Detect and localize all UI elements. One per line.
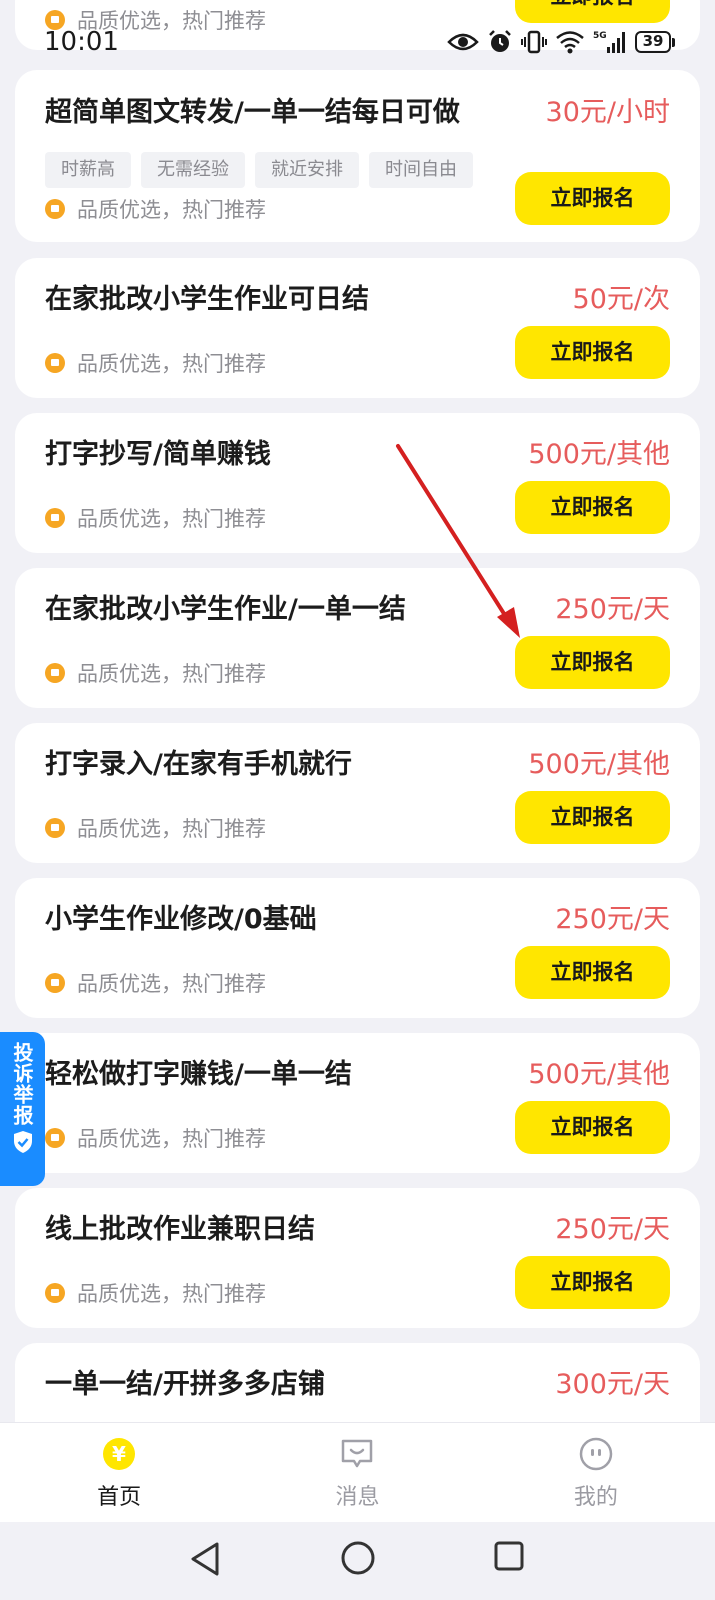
job-card[interactable]: 在家批改小学生作业可日结 50元/次 品质优选，热门推荐 立即报名 (15, 258, 700, 398)
shield-check-icon (13, 1131, 32, 1153)
job-title: 打字录入/在家有手机就行 (45, 749, 352, 780)
wifi-icon (556, 31, 584, 54)
signup-button[interactable]: 立即报名 (515, 326, 670, 379)
recommend-row: 品质优选，热门推荐 (45, 813, 266, 843)
job-title: 在家批改小学生作业可日结 (45, 284, 369, 315)
job-title: 打字抄写/简单赚钱 (45, 439, 271, 470)
tag: 时间自由 (369, 152, 473, 188)
recommend-row: 品质优选，热门推荐 (45, 348, 266, 378)
signup-button[interactable]: 立即报名 (515, 1256, 670, 1309)
signup-button[interactable]: 立即报名 (515, 172, 670, 225)
report-label: 投诉举报 (10, 1042, 34, 1126)
job-price: 250元/天 (555, 1214, 670, 1245)
recents-square-icon[interactable] (493, 1540, 525, 1572)
job-card[interactable]: 打字录入/在家有手机就行 500元/其他 品质优选，热门推荐 立即报名 (15, 723, 700, 863)
signup-button[interactable]: 立即报名 (515, 0, 670, 23)
vibrate-icon (521, 30, 547, 54)
job-price: 500元/其他 (528, 1059, 670, 1090)
home-circle-icon[interactable] (340, 1540, 376, 1576)
report-complaint-tab[interactable]: 投诉举报 (0, 1032, 45, 1186)
job-title: 线上批改作业兼职日结 (45, 1214, 315, 1245)
quality-badge-icon (45, 199, 65, 219)
status-time: 10:01 (44, 27, 119, 57)
system-nav-bar (0, 1522, 715, 1600)
message-icon (342, 1439, 373, 1468)
tab-mine[interactable]: 我的 (477, 1423, 715, 1523)
tag: 就近安排 (255, 152, 359, 188)
quality-badge-icon (45, 508, 65, 528)
job-price: 300元/天 (555, 1369, 670, 1400)
signup-button[interactable]: 立即报名 (515, 636, 670, 689)
battery-level: 39 (635, 31, 671, 53)
job-price: 250元/天 (555, 904, 670, 935)
profile-face-icon (579, 1437, 613, 1471)
recommend-row: 品质优选，热门推荐 (45, 1278, 266, 1308)
job-price: 250元/天 (555, 594, 670, 625)
signup-button[interactable]: 立即报名 (515, 481, 670, 534)
svg-text:5G: 5G (593, 31, 607, 41)
job-title: 一单一结/开拼多多店铺 (45, 1369, 325, 1400)
quality-badge-icon (45, 1283, 65, 1303)
quality-badge-icon (45, 1128, 65, 1148)
recommend-row: 品质优选，热门推荐 (45, 503, 266, 533)
job-title: 轻松做打字赚钱/一单一结 (45, 1059, 352, 1090)
job-card[interactable]: 小学生作业修改/0基础 250元/天 品质优选，热门推荐 立即报名 (15, 878, 700, 1018)
quality-badge-icon (45, 818, 65, 838)
tab-messages[interactable]: 消息 (238, 1423, 476, 1523)
job-card[interactable]: 线上批改作业兼职日结 250元/天 品质优选，热门推荐 立即报名 (15, 1188, 700, 1328)
job-list[interactable]: 品质优选，热门推荐 立即报名 超简单图文转发/一单一结每日可做 30元/小时 时… (0, 0, 715, 1422)
svg-text:¥: ¥ (112, 1442, 126, 1466)
job-title: 超简单图文转发/一单一结每日可做 (45, 97, 460, 128)
tab-home[interactable]: ¥ 首页 (0, 1423, 238, 1523)
status-icons: 5G 39 (447, 28, 675, 56)
job-price: 30元/小时 (545, 97, 670, 128)
job-card[interactable]: 打字抄写/简单赚钱 500元/其他 品质优选，热门推荐 立即报名 (15, 413, 700, 553)
battery-icon: 39 (635, 31, 675, 53)
recommend-row: 品质优选，热门推荐 (45, 658, 266, 688)
alarm-icon (489, 30, 511, 52)
back-icon[interactable] (188, 1540, 222, 1578)
quality-badge-icon (45, 663, 65, 683)
signup-button[interactable]: 立即报名 (515, 791, 670, 844)
job-price: 500元/其他 (528, 439, 670, 470)
job-card[interactable]: 一单一结/开拼多多店铺 300元/天 (15, 1343, 700, 1422)
recommend-row: 品质优选，热门推荐 (45, 194, 266, 224)
recommend-row: 品质优选，热门推荐 (45, 968, 266, 998)
quality-badge-icon (45, 973, 65, 993)
tag: 时薪高 (45, 152, 131, 188)
tag-list: 时薪高 无需经验 就近安排 时间自由 (45, 152, 473, 188)
signup-button[interactable]: 立即报名 (515, 946, 670, 999)
job-title: 在家批改小学生作业/一单一结 (45, 594, 406, 625)
tab-label: 首页 (97, 1485, 142, 1510)
eye-icon (447, 33, 479, 51)
job-card[interactable]: 轻松做打字赚钱/一单一结 500元/其他 品质优选，热门推荐 立即报名 (15, 1033, 700, 1173)
quality-badge-icon (45, 353, 65, 373)
tag: 无需经验 (141, 152, 245, 188)
signal-5g-icon: 5G (593, 31, 625, 53)
job-title: 小学生作业修改/0基础 (45, 904, 317, 935)
job-card[interactable]: 超简单图文转发/一单一结每日可做 30元/小时 时薪高 无需经验 就近安排 时间… (15, 70, 700, 242)
bottom-nav: ¥ 首页 消息 我的 (0, 1422, 715, 1523)
yuan-coin-icon: ¥ (103, 1438, 136, 1470)
job-price: 500元/其他 (528, 749, 670, 780)
recommend-row: 品质优选，热门推荐 (45, 1123, 266, 1153)
job-card[interactable]: 在家批改小学生作业/一单一结 250元/天 品质优选，热门推荐 立即报名 (15, 568, 700, 708)
status-bar: 10:01 5G 39 (0, 24, 715, 60)
signup-button[interactable]: 立即报名 (515, 1101, 670, 1154)
job-price: 50元/次 (572, 284, 670, 315)
tab-label: 消息 (335, 1485, 380, 1510)
tab-label: 我的 (573, 1485, 618, 1510)
